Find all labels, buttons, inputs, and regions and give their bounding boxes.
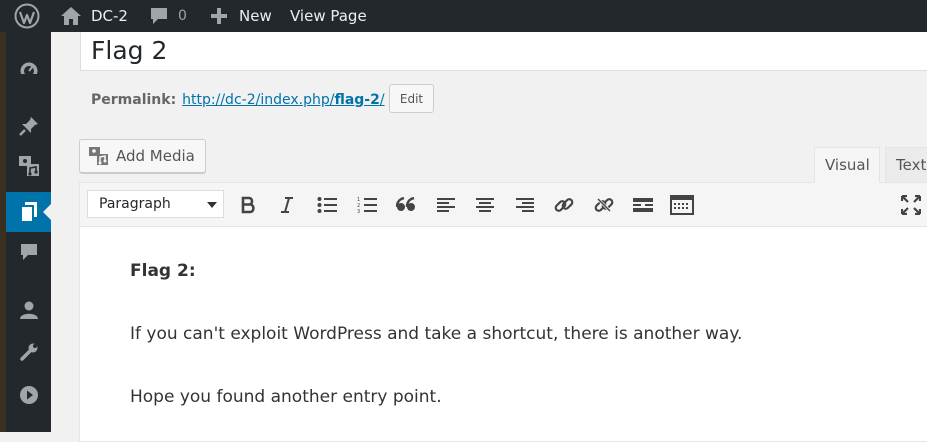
add-media-icon — [89, 147, 108, 165]
permalink-suffix: / — [379, 92, 385, 108]
users-icon — [19, 301, 38, 319]
bold-icon — [241, 196, 255, 214]
numbered-list-icon: 1 2 3 — [357, 197, 377, 214]
active-indicator — [43, 204, 51, 220]
add-media-button[interactable]: Add Media — [79, 139, 206, 173]
permalink-label: Permalink: — [91, 92, 177, 108]
fullscreen-icon — [901, 195, 921, 215]
italic-icon — [281, 197, 293, 213]
permalink-prefix: http://dc-2/index.php/ — [182, 92, 335, 108]
editor-toolbar: Paragraph 1 2 3 — [80, 183, 927, 227]
blockquote-icon — [396, 197, 415, 211]
post-title-field[interactable]: Flag 2 — [80, 32, 927, 71]
format-select-value: Paragraph — [99, 196, 171, 212]
bullet-list-button[interactable] — [314, 192, 340, 218]
sidebar-item-users[interactable] — [6, 290, 51, 330]
sidebar-item-comments[interactable] — [6, 232, 51, 272]
content-paragraph: If you can't exploit WordPress and take … — [130, 324, 743, 344]
view-page-label: View Page — [290, 7, 367, 25]
comments-count: 0 — [178, 8, 187, 24]
dashboard-icon — [19, 62, 38, 80]
new-content-link[interactable]: New — [210, 0, 272, 32]
pin-icon — [18, 117, 38, 136]
tab-text[interactable]: Text — [885, 147, 927, 183]
media-icon — [18, 156, 39, 176]
bold-button[interactable] — [235, 192, 261, 218]
sidebar-item-media[interactable] — [6, 146, 51, 186]
toolbar-toggle-icon — [670, 195, 694, 215]
comment-bubble-icon — [151, 8, 167, 24]
svg-text:3: 3 — [357, 209, 360, 214]
edit-permalink-button[interactable]: Edit — [389, 84, 434, 113]
align-left-icon — [437, 198, 455, 212]
sidebar-item-posts[interactable] — [6, 106, 51, 146]
sidebar-item-pages[interactable] — [6, 192, 51, 232]
post-title-text: Flag 2 — [91, 36, 168, 65]
toolbar-toggle-button[interactable] — [669, 192, 695, 218]
add-media-label: Add Media — [116, 147, 195, 165]
align-right-icon — [516, 198, 534, 212]
blockquote-button[interactable] — [393, 192, 419, 218]
admin-bar: DC-2 0 New View Page — [0, 0, 927, 32]
sidebar-item-dashboard[interactable] — [6, 50, 51, 90]
italic-button[interactable] — [274, 192, 300, 218]
comments-icon — [20, 244, 37, 260]
permalink-row: Permalink: http://dc-2/index.php/flag-2/ — [91, 88, 385, 112]
play-icon — [19, 386, 38, 404]
editor-area: Paragraph 1 2 3 Flag 2: If you can't exp… — [79, 182, 927, 442]
bullet-list-icon — [317, 197, 337, 213]
link-icon — [554, 198, 574, 212]
sidebar-item-media-player[interactable] — [6, 375, 51, 415]
numbered-list-button[interactable]: 1 2 3 — [354, 192, 380, 218]
permalink-link[interactable]: http://dc-2/index.php/flag-2/ — [182, 92, 384, 108]
site-home-link[interactable]: DC-2 — [60, 0, 128, 32]
tab-visual[interactable]: Visual — [814, 147, 880, 183]
content-heading: Flag 2: — [130, 261, 196, 281]
home-icon — [61, 7, 81, 25]
unlink-button[interactable] — [591, 192, 617, 218]
fullscreen-button[interactable] — [898, 192, 924, 218]
align-center-button[interactable] — [472, 192, 498, 218]
align-center-icon — [476, 198, 494, 212]
new-label: New — [239, 7, 272, 25]
read-more-icon — [633, 198, 653, 212]
tools-icon — [19, 343, 37, 361]
view-page-link[interactable]: View Page — [290, 0, 367, 32]
content-paragraph: Hope you found another entry point. — [130, 387, 442, 407]
wordpress-logo-icon[interactable] — [14, 0, 40, 32]
chevron-down-icon — [207, 202, 217, 208]
format-select[interactable]: Paragraph — [87, 190, 224, 218]
site-name: DC-2 — [91, 7, 128, 25]
align-left-button[interactable] — [433, 192, 459, 218]
insert-link-button[interactable] — [551, 192, 577, 218]
plus-icon — [211, 8, 227, 24]
unlink-icon — [594, 196, 614, 214]
pages-icon — [19, 202, 37, 223]
comments-link[interactable]: 0 — [149, 0, 187, 32]
read-more-button[interactable] — [630, 192, 656, 218]
sidebar-item-tools[interactable] — [6, 332, 51, 372]
admin-sidebar — [0, 32, 51, 432]
permalink-slug: flag-2 — [334, 92, 380, 108]
align-right-button[interactable] — [512, 192, 538, 218]
